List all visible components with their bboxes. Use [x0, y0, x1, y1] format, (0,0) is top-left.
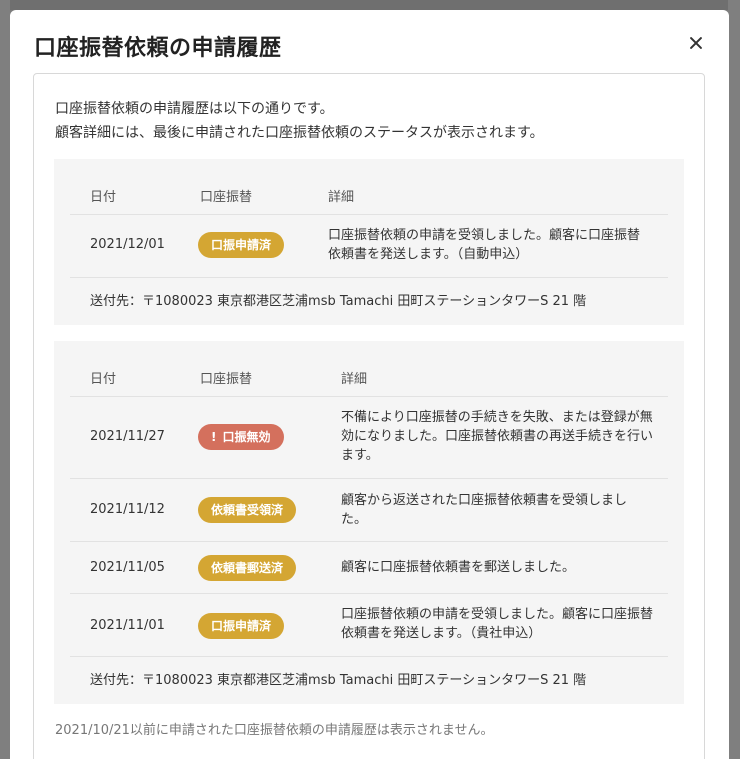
row-date: 2021/11/01 — [90, 618, 165, 633]
modal-title: 口座振替依頼の申請履歴 — [34, 36, 282, 61]
row-detail: 口座振替依頼の申請を受領しました。顧客に口座振替依頼書を発送します。（貴社申込） — [341, 607, 654, 641]
column-header-detail: 詳細 — [341, 372, 368, 387]
row-date: 2021/12/01 — [90, 237, 165, 252]
background-page-right — [728, 0, 740, 759]
row-detail: 顧客から返送された口座振替依頼書を受領しました。 — [341, 493, 628, 527]
background-page-top — [0, 0, 740, 10]
status-badge: ! 口振無効 — [198, 424, 284, 450]
history-footnote: 2021/10/21以前に申請された口座振替依頼の申請履歴は表示されません。 — [55, 723, 494, 738]
column-header-detail: 詳細 — [328, 190, 355, 205]
status-badge-label: 口振申請済 — [211, 619, 272, 633]
table-row: 2021/11/01 口振申請済 口座振替依頼の申請を受領しました。顧客に口座振… — [70, 594, 668, 657]
column-header-status: 口座振替 — [200, 190, 253, 205]
status-badge: 依頼書郵送済 — [198, 555, 297, 581]
table-row: 2021/11/27 ! 口振無効 不備により口座振替の手続きを失敗、または登録が… — [70, 396, 668, 479]
table-header: 日付 口座振替 詳細 — [70, 159, 668, 215]
status-badge-label: 口振無効 — [222, 430, 271, 444]
row-date: 2021/11/05 — [90, 560, 165, 575]
status-badge: 依頼書受領済 — [198, 497, 297, 523]
intro-line-2: 顧客詳細には、最後に申請された口座振替依頼のステータスが表示されます。 — [55, 125, 544, 141]
column-header-status: 口座振替 — [200, 372, 253, 387]
column-header-date: 日付 — [90, 190, 117, 205]
history-modal: 口座振替依頼の申請履歴 口座振替依頼の申請履歴は以下の通りです。 顧客詳細には、… — [10, 10, 729, 759]
status-badge-label: 依頼書郵送済 — [211, 561, 284, 575]
table-row: 2021/11/12 依頼書受領済 顧客から返送された口座振替依頼書を受領しまし… — [70, 479, 668, 542]
intro-text: 口座振替依頼の申請履歴は以下の通りです。 顧客詳細には、最後に申請された口座振替… — [55, 97, 544, 145]
row-date: 2021/11/27 — [90, 429, 165, 444]
background-page-left — [0, 0, 10, 759]
column-header-date: 日付 — [90, 372, 117, 387]
shipping-address: 送付先：〒1080023 東京都港区芝浦msb Tamachi 田町ステーション… — [90, 294, 587, 309]
row-date: 2021/11/12 — [90, 502, 165, 517]
shipping-address: 送付先：〒1080023 東京都港区芝浦msb Tamachi 田町ステーション… — [90, 673, 587, 688]
alert-icon: ! — [211, 430, 217, 444]
table-row: 2021/12/01 口振申請済 口座振替依頼の申請を受領しました。顧客に口座振… — [70, 214, 668, 278]
status-badge-label: 依頼書受領済 — [211, 503, 284, 517]
table-header: 日付 口座振替 詳細 — [70, 341, 668, 397]
status-badge: 口振申請済 — [198, 232, 285, 258]
history-card-latest: 日付 口座振替 詳細 2021/12/01 口振申請済 口座振替依頼の申請を受領… — [54, 159, 684, 325]
row-detail: 顧客に口座振替依頼書を郵送しました。 — [341, 560, 576, 575]
close-icon[interactable] — [687, 34, 705, 52]
history-panel: 口座振替依頼の申請履歴は以下の通りです。 顧客詳細には、最後に申請された口座振替… — [33, 73, 705, 759]
table-row: 2021/11/05 依頼書郵送済 顧客に口座振替依頼書を郵送しました。 — [70, 542, 668, 594]
row-detail: 口座振替依頼の申請を受領しました。顧客に口座振替依頼書を発送します。（自動申込） — [328, 228, 641, 262]
status-badge: 口振申請済 — [198, 613, 285, 639]
status-badge-label: 口振申請済 — [211, 238, 272, 252]
intro-line-1: 口座振替依頼の申請履歴は以下の通りです。 — [55, 101, 334, 117]
history-card-previous: 日付 口座振替 詳細 2021/11/27 ! 口振無効 不備により口座振替の手続… — [54, 341, 684, 704]
row-detail: 不備により口座振替の手続きを失敗、または登録が無効になりました。口座振替依頼書の… — [341, 410, 654, 463]
